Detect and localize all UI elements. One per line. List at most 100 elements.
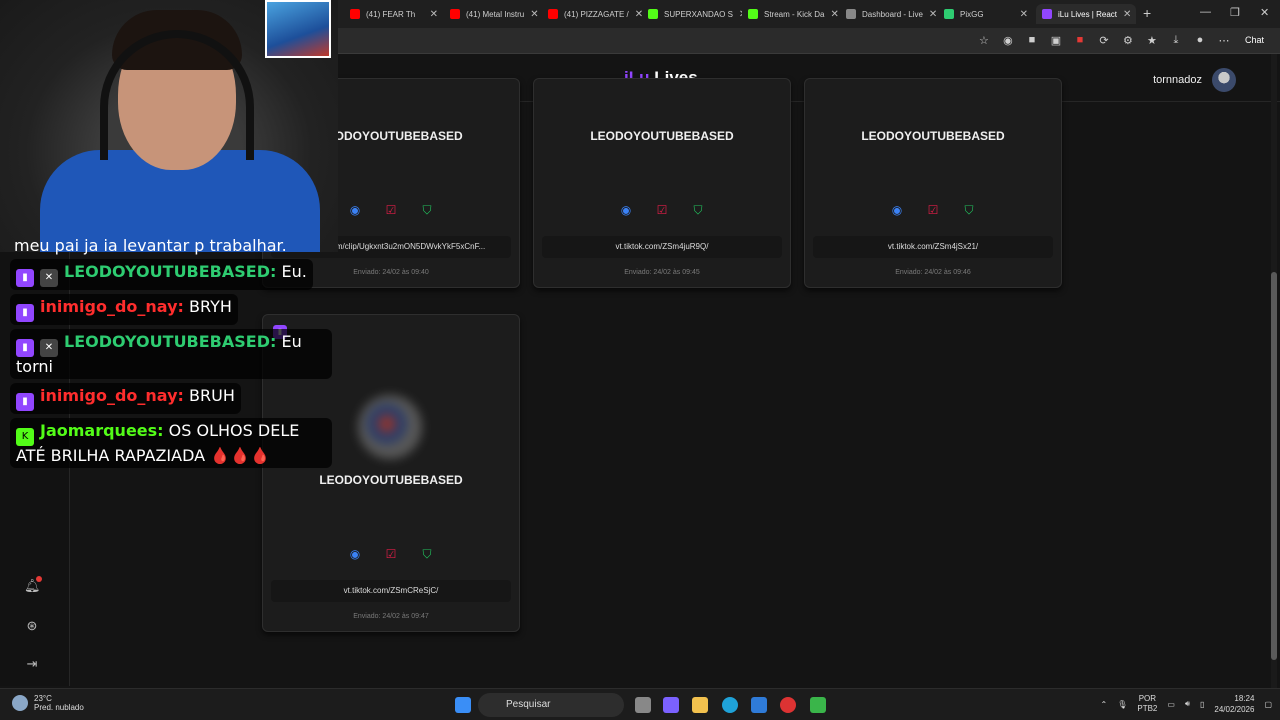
close-icon[interactable]: ✕ <box>635 9 642 20</box>
card-link[interactable]: vt.tiktok.com/ZSm4juR9Q/ <box>542 236 782 258</box>
file-explorer-icon[interactable] <box>692 697 708 713</box>
page-scrollbar[interactable] <box>1271 54 1277 688</box>
new-tab-button[interactable]: + <box>1143 5 1151 21</box>
app-icon[interactable] <box>810 697 826 713</box>
superman-sticker <box>265 0 331 58</box>
youtube-icon <box>350 9 360 19</box>
tab-label: (41) PIZZAGATE / <box>564 9 629 19</box>
user-menu[interactable]: tornnadoz <box>1153 68 1236 92</box>
copilot-chat-button[interactable]: Chat <box>1241 33 1268 47</box>
extension-icon[interactable]: ■ <box>1025 33 1039 47</box>
close-icon[interactable]: ✕ <box>929 9 937 20</box>
approve-icon[interactable]: ☑ <box>655 203 669 217</box>
language-indicator[interactable]: POR PTB2 <box>1137 694 1157 714</box>
view-icon[interactable]: ◉ <box>348 547 362 561</box>
submission-card: LEODOYOUTUBEBASED ◉ ☑ ⛉ vt.tiktok.com/ZS… <box>804 78 1062 288</box>
view-icon[interactable]: ◉ <box>348 203 362 217</box>
favorites-icon[interactable]: ★ <box>1145 33 1159 47</box>
card-sent-time: Enviado: 24/02 às 09:47 <box>353 613 429 620</box>
shield-icon[interactable]: ⛉ <box>420 203 434 217</box>
kick-icon: K <box>16 428 34 446</box>
browser-tab[interactable]: PixGG ✕ <box>938 4 1034 24</box>
browser-tab[interactable]: Dashboard - Live ✕ <box>840 4 938 24</box>
clock[interactable]: 18:24 24/02/2026 <box>1214 693 1254 715</box>
scrollbar-thumb[interactable] <box>1271 272 1277 660</box>
edge-icon[interactable] <box>722 697 738 713</box>
minimize-icon[interactable]: — <box>1200 6 1211 18</box>
card-actions: ◉ ☑ ⛉ <box>263 547 519 561</box>
view-icon[interactable]: ◉ <box>890 203 904 217</box>
twitch-icon: ▮ <box>16 304 34 322</box>
card-username: LEODOYOUTUBEBASED <box>861 129 1005 143</box>
support-icon[interactable]: ⊛ <box>24 618 40 634</box>
extension-icon[interactable]: ⟳ <box>1097 33 1111 47</box>
window-close-icon[interactable]: ✕ <box>1260 6 1269 19</box>
copilot-icon[interactable] <box>663 697 679 713</box>
card-link[interactable]: vt.tiktok.com/ZSm4jSx21/ <box>813 236 1053 258</box>
mute-icon: ✕ <box>40 339 58 357</box>
notification-icon[interactable]: ▢ <box>1264 700 1272 709</box>
taskbar-search[interactable]: Pesquisar <box>478 693 624 717</box>
tab-label: (41) Metal Instru <box>466 9 525 19</box>
card-actions: ◉ ☑ ⛉ <box>534 203 790 217</box>
close-icon[interactable]: ✕ <box>1020 9 1028 20</box>
chat-text: Eu. <box>281 262 307 281</box>
chat-text: BRYH <box>189 297 232 316</box>
chat-username: LEODOYOUTUBEBASED: <box>64 332 277 351</box>
chat-message: ▮ ✕ LEODOYOUTUBEBASED: Eu torni <box>10 329 332 379</box>
chat-message: meu pai ja ia levantar p trabalhar. <box>10 236 332 255</box>
browser-tab[interactable]: (41) Metal Instru ✕ <box>444 4 542 24</box>
shield-icon[interactable]: ⛉ <box>962 203 976 217</box>
extension-icon[interactable]: ◉ <box>1001 33 1015 47</box>
restore-icon[interactable]: ❐ <box>1230 6 1240 19</box>
notification-bell-icon[interactable]: 🔔︎ <box>24 576 42 594</box>
extension-icon[interactable]: ⚙ <box>1121 33 1135 47</box>
approve-icon[interactable]: ☑ <box>384 203 398 217</box>
weather-desc: Pred. nublado <box>34 703 84 712</box>
card-actions: ◉ ☑ ⛉ <box>805 203 1061 217</box>
approve-icon[interactable]: ☑ <box>926 203 940 217</box>
close-icon[interactable]: ✕ <box>830 9 838 20</box>
logout-icon[interactable]: ⇥ <box>24 656 40 672</box>
clock-date: 24/02/2026 <box>1214 705 1255 714</box>
close-icon[interactable]: ✕ <box>1123 9 1131 20</box>
browser-tab[interactable]: (41) PIZZAGATE / ✕ <box>542 4 642 24</box>
download-icon[interactable]: ⤓ <box>1169 33 1183 47</box>
chat-username: Jaomarquees: <box>40 421 164 440</box>
youtube-icon <box>450 9 460 19</box>
view-icon[interactable]: ◉ <box>619 203 633 217</box>
weather-widget[interactable]: 23°C Pred. nublado <box>12 694 84 712</box>
profile-icon[interactable]: ● <box>1193 33 1207 47</box>
chat-message: K Jaomarquees: OS OLHOS DELE ATÉ BRILHA R… <box>10 418 332 468</box>
username: tornnadoz <box>1153 74 1202 86</box>
tab-label: Stream - Kick Da <box>764 9 825 19</box>
browser-tab-active[interactable]: iLu Lives | React ✕ <box>1036 4 1136 24</box>
speaker-icon[interactable]: 🔊︎ <box>1185 699 1190 709</box>
chat-text: meu pai ja ia levantar p trabalhar. <box>14 236 287 255</box>
network-icon[interactable]: ▭ <box>1167 700 1175 709</box>
browser-tab[interactable]: (41) FEAR Th ✕ <box>344 4 444 24</box>
twitch-icon: ▮ <box>16 339 34 357</box>
twitch-icon: ▮ <box>16 393 34 411</box>
card-link[interactable]: vt.tiktok.com/ZSmCReSjC/ <box>271 580 511 602</box>
close-icon[interactable]: ✕ <box>430 9 438 20</box>
windows-start-icon[interactable] <box>455 697 471 713</box>
extension-icon[interactable]: ▣ <box>1049 33 1063 47</box>
keyboard-layout: PTB2 <box>1137 704 1158 713</box>
more-icon[interactable]: ⋯ <box>1217 33 1231 47</box>
card-username: LEODOYOUTUBEBASED <box>319 473 463 487</box>
battery-icon[interactable]: ▯ <box>1200 700 1204 709</box>
extension-icon[interactable]: ■ <box>1073 33 1087 47</box>
shield-icon[interactable]: ⛉ <box>691 203 705 217</box>
chevron-up-icon[interactable]: ⌃ <box>1101 700 1108 709</box>
star-icon[interactable]: ☆ <box>977 33 991 47</box>
task-view-icon[interactable] <box>635 697 651 713</box>
browser-tab[interactable]: SUPERXANDAO S✕ <box>642 4 742 24</box>
app-icon[interactable] <box>780 697 796 713</box>
shield-icon[interactable]: ⛉ <box>420 547 434 561</box>
app-icon[interactable] <box>751 697 767 713</box>
approve-icon[interactable]: ☑ <box>384 547 398 561</box>
browser-tab[interactable]: Stream - Kick Da ✕ <box>742 4 840 24</box>
close-icon[interactable]: ✕ <box>530 9 538 20</box>
microphone-icon[interactable]: 🎙︎ <box>1117 700 1127 709</box>
